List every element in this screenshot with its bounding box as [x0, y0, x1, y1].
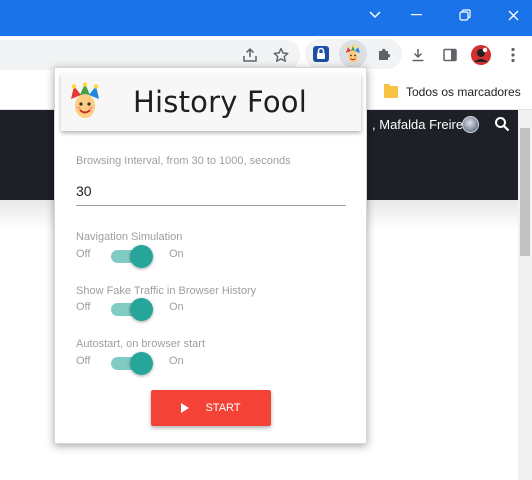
switch-off-label: Off [76, 248, 91, 260]
switch-on-label: On [169, 355, 184, 367]
extension-popup: History Fool Browsing Interval, from 30 … [54, 67, 367, 444]
restore-icon [459, 9, 471, 21]
fake-traffic-label: Show Fake Traffic in Browser History [76, 285, 257, 297]
minimize-icon [410, 14, 422, 16]
download-icon [412, 49, 424, 62]
autostart-switch[interactable]: Off On [76, 351, 276, 375]
extension-lock-icon [313, 46, 329, 62]
page-scrollbar[interactable] [518, 110, 532, 480]
chevron-down-icon [369, 11, 381, 19]
switch-knob[interactable] [130, 352, 153, 375]
switch-knob[interactable] [130, 245, 153, 268]
bookmark-star-button[interactable] [267, 41, 295, 69]
popup-header: History Fool [61, 74, 361, 131]
page-search-button[interactable] [494, 116, 510, 132]
all-bookmarks-folder[interactable]: Todos os marcadores [384, 80, 521, 104]
play-icon [181, 403, 190, 413]
user-name[interactable]: , Mafalda Freire [372, 117, 463, 132]
fake-traffic-switch[interactable]: Off On [76, 297, 276, 321]
switch-off-label: Off [76, 301, 91, 313]
scrollbar-thumb[interactable] [520, 128, 530, 256]
profile-avatar [471, 45, 491, 65]
window-title-bar [0, 0, 532, 36]
start-button-label: START [205, 402, 241, 414]
chrome-menu-button[interactable] [499, 41, 527, 69]
downloads-button[interactable] [404, 41, 432, 69]
restore-button[interactable] [442, 0, 488, 30]
minimize-button[interactable] [393, 0, 439, 30]
jester-icon [346, 44, 360, 63]
start-button[interactable]: START [151, 390, 271, 426]
navigation-simulation-switch[interactable]: Off On [76, 244, 276, 268]
autostart-label: Autostart, on browser start [76, 338, 205, 350]
puzzle-icon [379, 48, 391, 60]
close-icon [508, 10, 518, 20]
history-fool-extension-button[interactable] [339, 40, 367, 68]
kebab-menu-icon [511, 47, 515, 63]
profile-button[interactable] [467, 41, 495, 69]
close-window-button[interactable] [490, 0, 532, 30]
side-panel-button[interactable] [436, 41, 464, 69]
side-panel-icon [443, 48, 457, 62]
tab-search-button[interactable] [352, 0, 398, 30]
app-title: History Fool [133, 85, 307, 119]
extensions-area [305, 39, 402, 69]
switch-on-label: On [169, 248, 184, 260]
switch-on-label: On [169, 301, 184, 313]
extensions-menu-button[interactable] [371, 40, 399, 68]
navigation-simulation-label: Navigation Simulation [76, 231, 183, 243]
extension-lock-button[interactable] [307, 40, 335, 68]
share-button[interactable] [236, 41, 264, 69]
user-name-text: Mafalda Freire [379, 117, 464, 132]
interval-input[interactable] [76, 176, 346, 206]
star-icon [273, 47, 289, 62]
switch-off-label: Off [76, 355, 91, 367]
bookmark-folder-label: Todos os marcadores [406, 85, 521, 99]
search-icon [495, 117, 510, 132]
share-icon [243, 47, 257, 62]
user-avatar[interactable] [462, 116, 479, 133]
folder-icon [384, 84, 398, 98]
switch-knob[interactable] [130, 298, 153, 321]
jester-logo [71, 82, 99, 118]
interval-label: Browsing Interval, from 30 to 1000, seco… [76, 155, 291, 167]
